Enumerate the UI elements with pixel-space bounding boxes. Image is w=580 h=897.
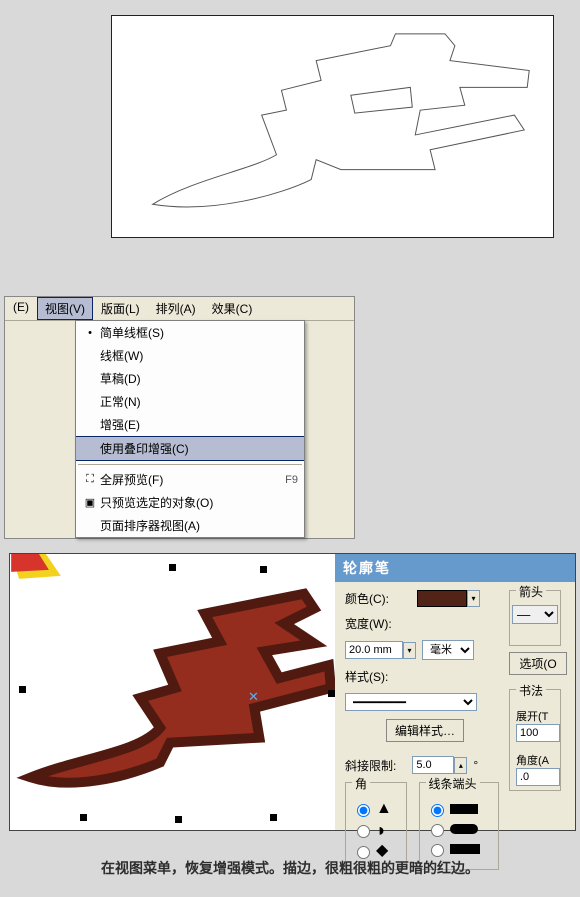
width-input[interactable] xyxy=(345,641,403,659)
corner-miter-icon: ▲ xyxy=(376,801,392,817)
menubar-item-view[interactable]: 视图(V) xyxy=(37,297,93,320)
center-marker-icon: ✕ xyxy=(248,689,259,705)
preview-selected-icon: ▣ xyxy=(80,496,100,509)
menu-area: (E) 视图(V) 版面(L) 排列(A) 效果(C) •简单线框(S) 线框(… xyxy=(4,296,355,539)
radio-dot-icon: • xyxy=(80,327,100,339)
artwork-canvas[interactable]: ✕ xyxy=(10,554,335,830)
selection-handle[interactable] xyxy=(260,566,267,573)
menubar-item-arrange[interactable]: 排列(A) xyxy=(148,297,204,320)
dd-enhanced[interactable]: 增强(E) xyxy=(76,413,304,436)
corner-bevel-option[interactable]: ◆ xyxy=(352,843,400,859)
color-label: 颜色(C): xyxy=(345,590,389,607)
dd-label: 页面排序器视图(A) xyxy=(100,517,200,534)
miter-input[interactable] xyxy=(412,756,454,774)
menubar-item-layout[interactable]: 版面(L) xyxy=(93,297,148,320)
dd-draft[interactable]: 草稿(D) xyxy=(76,367,304,390)
dd-label: 正常(N) xyxy=(100,393,141,410)
cap-round-option[interactable] xyxy=(426,821,493,837)
stretch-label: 展开(T xyxy=(516,708,554,724)
dd-label: 增强(E) xyxy=(100,416,140,433)
dd-normal[interactable]: 正常(N) xyxy=(76,390,304,413)
menubar-item-edit[interactable]: (E) xyxy=(5,297,37,320)
menubar-item-effects[interactable]: 效果(C) xyxy=(204,297,261,320)
corner-round-option[interactable]: ◗ xyxy=(352,821,400,839)
stretch-input[interactable] xyxy=(516,724,560,742)
cap-square-option[interactable] xyxy=(426,841,493,857)
arrow-legend: 箭头 xyxy=(516,583,546,600)
style-label: 样式(S): xyxy=(345,668,388,685)
angle-label: 角度(A xyxy=(516,752,554,768)
dd-label: 简单线框(S) xyxy=(100,324,164,341)
dd-label: 只预览选定的对象(O) xyxy=(100,494,213,511)
linecaps-legend: 线条端头 xyxy=(426,775,480,792)
arrow-options-button[interactable]: 选项(O xyxy=(509,652,567,675)
caption-text: 在视图菜单，恢复增强模式。描边，很粗很粗的更暗的红边。 xyxy=(0,858,580,878)
dd-label: 全屏预览(F) xyxy=(100,471,163,488)
miter-label: 斜接限制: xyxy=(345,757,396,774)
selection-handle[interactable] xyxy=(19,686,26,693)
view-dropdown: •简单线框(S) 线框(W) 草稿(D) 正常(N) 增强(E) 使用叠印增强(… xyxy=(75,320,305,538)
dd-simple-wireframe[interactable]: •简单线框(S) xyxy=(76,321,304,344)
fullscreen-icon: ⛶ xyxy=(80,473,100,486)
dd-label: 草稿(D) xyxy=(100,370,141,387)
selection-handle[interactable] xyxy=(175,816,182,823)
corners-legend: 角 xyxy=(352,775,370,792)
selection-handle[interactable] xyxy=(270,814,277,821)
selection-handle[interactable] xyxy=(328,690,335,697)
stroke-section: ✕ 轮廓笔 颜色(C): ▾ 宽度(W): ▾ 毫米 xyxy=(9,553,576,831)
cap-square-icon xyxy=(450,844,480,854)
width-spinner[interactable]: ▾ xyxy=(403,642,416,659)
dd-fullscreen-preview[interactable]: ⛶全屏预览(F) F9 xyxy=(76,468,304,491)
dd-preview-selected[interactable]: ▣只预览选定的对象(O) xyxy=(76,491,304,514)
corner-miter-option[interactable]: ▲ xyxy=(352,801,400,817)
miter-spinner[interactable]: ▴ xyxy=(454,757,467,774)
selection-handle[interactable] xyxy=(80,814,87,821)
calligraphy-legend: 书法 xyxy=(516,682,546,699)
dd-label: 线框(W) xyxy=(100,347,143,364)
dd-shortcut: F9 xyxy=(285,474,298,486)
outline-canvas xyxy=(111,15,554,238)
selection-handle[interactable] xyxy=(169,564,176,571)
corner-round-icon: ◗ xyxy=(376,821,387,839)
dd-page-sorter[interactable]: 页面排序器视图(A) xyxy=(76,514,304,537)
edit-style-button[interactable]: 编辑样式… xyxy=(386,719,464,742)
corner-bevel-icon: ◆ xyxy=(376,843,388,859)
cap-flat-icon xyxy=(450,804,478,814)
dd-label: 使用叠印增强(C) xyxy=(100,440,189,457)
unit-select[interactable]: 毫米 xyxy=(422,640,474,660)
dialog-title: 轮廓笔 xyxy=(335,554,575,582)
cap-flat-option[interactable] xyxy=(426,801,493,817)
cap-round-icon xyxy=(450,824,478,834)
outline-pen-dialog: 轮廓笔 颜色(C): ▾ 宽度(W): ▾ 毫米 xyxy=(335,554,575,830)
separator xyxy=(78,464,302,465)
degree-icon: ° xyxy=(473,758,478,772)
arrow-start-select[interactable]: — xyxy=(512,605,558,624)
menubar: (E) 视图(V) 版面(L) 排列(A) 效果(C) xyxy=(5,297,354,321)
dd-overprint-enhanced[interactable]: 使用叠印增强(C) xyxy=(76,436,304,461)
angle-input[interactable] xyxy=(516,768,560,786)
dd-wireframe[interactable]: 线框(W) xyxy=(76,344,304,367)
width-label: 宽度(W): xyxy=(345,615,392,632)
style-select[interactable]: ━━━━━━━━ xyxy=(345,693,477,711)
color-swatch[interactable] xyxy=(417,590,467,607)
color-dropdown-button[interactable]: ▾ xyxy=(467,590,480,607)
